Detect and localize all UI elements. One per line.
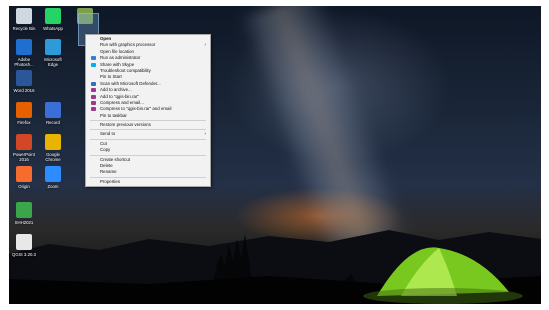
- menu-item-label: Rename: [100, 169, 117, 175]
- desktop[interactable]: Recycle Bin WhatsApp Adobe Photosh... Micro…: [9, 6, 541, 304]
- menu-item-label: Compress and email...: [100, 99, 144, 105]
- desktop-icon[interactable]: Microsoft Edge: [35, 39, 71, 67]
- desktop-icon-label: QGIS 3.20.3: [12, 252, 36, 257]
- menu-item-label: Open: [100, 36, 112, 41]
- menu-separator: [90, 154, 206, 156]
- zoom-icon: [45, 166, 61, 182]
- landscape: [9, 230, 541, 304]
- menu-item-label: Delete: [100, 163, 113, 169]
- menu-item-label: Send to: [100, 131, 116, 137]
- menu-separator: [90, 138, 206, 140]
- menu-item-label: Share with Skype: [100, 61, 135, 67]
- menu-item-label: Properties: [100, 178, 121, 184]
- origin-icon: [16, 166, 32, 182]
- menu-item-label: Open file location: [100, 48, 134, 54]
- shield-icon: [91, 56, 96, 61]
- menu-item[interactable]: Copy: [86, 147, 210, 153]
- menu-item-label: Restore previous versions: [100, 122, 151, 128]
- desktop-icon[interactable]: Word 2016: [9, 70, 42, 93]
- menu-item[interactable]: Restore previous versions: [86, 122, 210, 128]
- menu-item-label: Create shortcut: [100, 156, 131, 162]
- menu-item-label: Cut: [100, 140, 107, 146]
- menu-item-label: Pin to taskbar: [100, 112, 127, 118]
- desktop-icon-label: Zoom: [47, 184, 59, 189]
- desktop-icon-label: Record: [46, 120, 60, 125]
- menu-item-label: Run as administrator: [100, 55, 141, 61]
- desktop-icon-label: Google Chrome: [45, 152, 61, 162]
- qgis-icon: [16, 234, 32, 250]
- desktop-icon[interactable]: SHH2021: [9, 202, 42, 225]
- desktop-icon-label: Microsoft Edge: [44, 57, 62, 67]
- menu-item-label: Pin to Start: [100, 74, 122, 80]
- menu-item[interactable]: Send to ›: [86, 131, 210, 137]
- menu-item-label: Scan with Microsoft Defender...: [100, 80, 161, 86]
- menu-item[interactable]: Rename: [86, 169, 210, 175]
- context-menu: Open Run with graphics processor › Open fil…: [85, 34, 211, 188]
- recycle-bin-icon: [16, 8, 32, 24]
- photoshop-icon: [16, 39, 32, 55]
- powerpoint-icon: [16, 134, 32, 150]
- skype-icon: [91, 62, 96, 67]
- desktop-icon[interactable]: WhatsApp: [35, 8, 71, 31]
- archive-icon: [91, 100, 96, 105]
- archive-icon: [91, 107, 96, 112]
- firefox-icon: [16, 102, 32, 118]
- menu-separator: [90, 176, 206, 178]
- menu-item[interactable]: Properties: [86, 179, 210, 185]
- defender-icon: [91, 81, 96, 86]
- menu-separator: [90, 120, 206, 122]
- menu-separator: [90, 129, 206, 131]
- whatsapp-icon: [45, 8, 61, 24]
- chrome-icon: [45, 134, 61, 150]
- desktop-icon[interactable]: Record: [35, 102, 71, 125]
- desktop-icon[interactable]: Zoom: [35, 166, 71, 189]
- desktop-icon[interactable]: QGIS 3.20.3: [9, 234, 42, 257]
- menu-item-label: Compress to "qgis-bin.rar" and email: [100, 106, 172, 112]
- menu-item-label: Copy: [100, 147, 111, 153]
- desktop-icon-label: Word 2016: [13, 88, 35, 93]
- shh-icon: [16, 202, 32, 218]
- archive-icon: [91, 94, 96, 99]
- word-icon: [16, 70, 32, 86]
- edge-icon: [45, 39, 61, 55]
- record-icon: [45, 102, 61, 118]
- desktop-icon-label: SHH2021: [14, 220, 34, 225]
- menu-item-label: Add to archive...: [100, 87, 132, 93]
- menu-item-label: Add to "qgis-bin.rar": [100, 93, 139, 99]
- menu-item[interactable]: Pin to taskbar: [86, 113, 210, 119]
- desktop-icon-label: WhatsApp: [43, 26, 63, 31]
- menu-item-label: Troubleshoot compatibility: [100, 67, 151, 73]
- archive-icon: [91, 88, 96, 93]
- desktop-icon[interactable]: Google Chrome: [35, 134, 71, 162]
- menu-item-label: Run with graphics processor: [100, 42, 156, 48]
- chevron-right-icon: ›: [204, 131, 206, 138]
